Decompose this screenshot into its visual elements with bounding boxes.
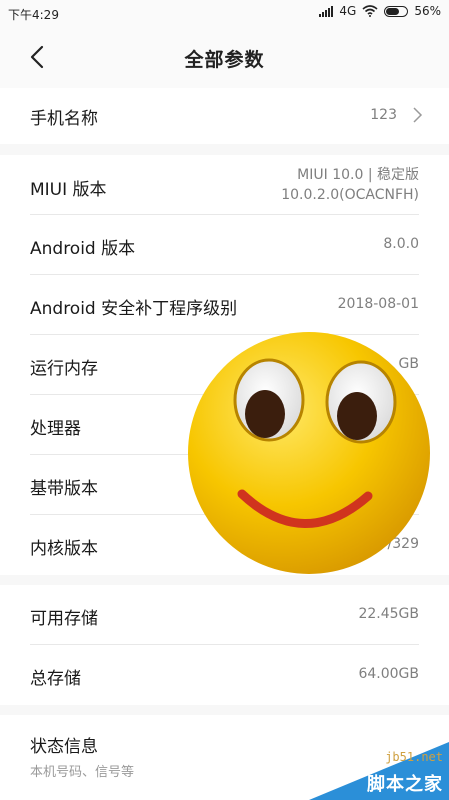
storage-value: 64.00GB — [358, 666, 419, 682]
storage-label: 可用存储 — [30, 609, 98, 629]
storage-value: 22.45GB — [358, 606, 419, 622]
storage-row-total: 总存储 64.00GB — [0, 645, 449, 705]
spec-value-line2: 10.0.2.0(OCACNFH) — [281, 187, 419, 203]
wifi-icon — [362, 5, 378, 17]
spec-label: MIUI 版本 — [30, 180, 107, 200]
spec-row-android: Android 版本 8.0.0 — [0, 215, 449, 275]
battery-icon — [384, 5, 409, 17]
device-name-value: 123 — [370, 107, 397, 123]
spec-label: 内核版本 — [30, 539, 98, 559]
page-title: 全部参数 — [184, 49, 265, 71]
spec-label: 基带版本 — [30, 479, 98, 499]
spec-value: 2018-08-01 — [337, 296, 419, 312]
watermark-site: jb51.net — [385, 750, 443, 764]
status-info-label: 状态信息 — [30, 737, 98, 757]
storage-label: 总存储 — [30, 669, 81, 689]
network-type: 4G — [339, 4, 357, 18]
spec-label: Android 安全补丁程序级别 — [30, 299, 238, 319]
status-icons: 4G 56% — [319, 4, 441, 18]
spec-row-security-patch: Android 安全补丁程序级别 2018-08-01 — [0, 275, 449, 335]
device-name-row[interactable]: 手机名称 123 — [0, 88, 449, 144]
smiley-face-icon — [188, 332, 430, 574]
status-bar: 下午4:29 4G 56% — [0, 0, 449, 26]
storage-row-available: 可用存储 22.45GB — [0, 585, 449, 645]
title-bar: 全部参数 — [0, 26, 449, 88]
status-time: 下午4:29 — [8, 8, 59, 22]
watermark: jb51.net 脚本之家 — [309, 742, 449, 800]
spec-label: 处理器 — [30, 419, 81, 439]
spec-label: 运行内存 — [30, 359, 98, 379]
spec-value-line1: MIUI 10.0 | 稳定版 — [297, 167, 419, 183]
status-info-sublabel: 本机号码、信号等 — [30, 765, 135, 780]
watermark-name: 脚本之家 — [367, 774, 443, 795]
spec-label: Android 版本 — [30, 239, 136, 259]
chevron-right-icon — [413, 107, 423, 123]
signal-icon — [319, 5, 334, 17]
spec-value: MIUI 10.0 | 稳定版 10.0.2.0(OCACNFH) — [281, 165, 419, 205]
storage-group: 可用存储 22.45GB 总存储 64.00GB — [0, 585, 449, 705]
battery-percent: 56% — [414, 4, 441, 18]
device-name-label: 手机名称 — [30, 109, 98, 129]
spec-row-miui: MIUI 版本 MIUI 10.0 | 稳定版 10.0.2.0(OCACNFH… — [0, 155, 449, 215]
spec-value: 8.0.0 — [383, 236, 419, 252]
device-name-group: 手机名称 123 — [0, 88, 449, 144]
